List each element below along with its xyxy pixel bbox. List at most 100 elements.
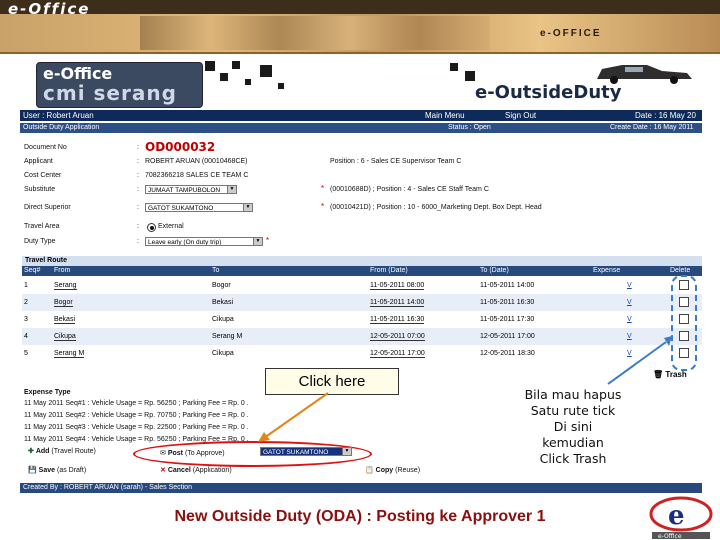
pixel-decoration bbox=[220, 73, 228, 81]
chevron-down-icon[interactable]: ▼ bbox=[243, 204, 252, 211]
save-label: Save bbox=[38, 467, 56, 474]
module-title: e-OutsideDuty bbox=[475, 82, 622, 103]
banner-logo: e-Office bbox=[8, 0, 91, 18]
colon: : bbox=[137, 223, 139, 230]
chevron-down-icon[interactable]: ▼ bbox=[253, 238, 262, 245]
trash-hint-callout: Bila mau hapus Satu rute tick Di sini ke… bbox=[522, 387, 624, 467]
close-icon: ✕ bbox=[160, 467, 166, 474]
post-note: (To Approve) bbox=[184, 450, 225, 457]
cancel-button[interactable]: ✕ Cancel (Application) bbox=[160, 466, 232, 474]
direct-superior-position: (00010421D) ; Position : 10 - 6000_Marke… bbox=[330, 204, 542, 211]
trash-hint-arrow bbox=[607, 336, 672, 385]
duty-type-label: Duty Type bbox=[24, 238, 56, 245]
expense-link[interactable]: V bbox=[627, 316, 632, 323]
click-here-arrow bbox=[258, 392, 329, 442]
copy-label: Copy bbox=[375, 467, 394, 474]
substitute-value: JUMAAT TAMPUBOLON bbox=[148, 187, 221, 194]
post-icon: ✉ bbox=[160, 450, 166, 457]
cell-to: Cikupa bbox=[212, 350, 234, 357]
cell-to-date: 11-05-2011 14:00 bbox=[480, 282, 535, 289]
direct-superior-label: Direct Superior bbox=[24, 204, 71, 211]
cell-seq: 3 bbox=[24, 316, 28, 323]
post-button[interactable]: ✉ Post (To Approve) bbox=[160, 449, 225, 457]
required-marker: * bbox=[321, 184, 325, 193]
cell-seq: 4 bbox=[24, 333, 28, 340]
cell-from[interactable]: Serang bbox=[54, 282, 77, 290]
cell-to-date: 11-05-2011 16:30 bbox=[480, 299, 535, 306]
route-table-header: Seq# From To From (Date) To (Date) Expen… bbox=[22, 266, 702, 276]
expense-link[interactable]: V bbox=[627, 282, 632, 289]
cell-to: Serang M bbox=[212, 333, 243, 340]
app-subname: cmi serang bbox=[43, 81, 177, 105]
cell-to-date: 12-05-2011 17:00 bbox=[480, 333, 535, 340]
cell-from[interactable]: Bekasi bbox=[54, 316, 76, 324]
trash-hint-line: Di sini kemudian bbox=[542, 419, 604, 450]
add-label: Add bbox=[35, 448, 50, 455]
expense-section-title: Expense Type bbox=[24, 389, 71, 396]
col-expense: Expense bbox=[593, 267, 621, 274]
cell-to: Bogor bbox=[212, 282, 231, 289]
cell-from-date[interactable]: 11-05-2011 14:00 bbox=[370, 299, 425, 307]
save-button[interactable]: 💾 Save (as Draft) bbox=[28, 466, 86, 474]
footer-bar: Created By : ROBERT ARUAN (sarah) - Sale… bbox=[20, 483, 702, 493]
copy-icon: 📋 bbox=[365, 467, 374, 474]
pixel-decoration bbox=[205, 61, 215, 71]
col-from: From bbox=[54, 267, 71, 274]
colon: : bbox=[137, 238, 139, 245]
approver-value: GATOT SUKAMTONO bbox=[263, 449, 329, 456]
status-label: Status : Open bbox=[448, 124, 491, 131]
create-date-label: Create Date : 16 May 2011 bbox=[610, 124, 694, 131]
cell-from-date[interactable]: 12-05-2011 07:00 bbox=[370, 333, 425, 341]
cell-from[interactable]: Bogor bbox=[54, 299, 73, 307]
direct-superior-select[interactable]: GATOT SUKAMTONO ▼ bbox=[145, 203, 253, 212]
required-marker: * bbox=[266, 236, 270, 245]
substitute-select[interactable]: JUMAAT TAMPUBOLON ▼ bbox=[145, 185, 237, 194]
pixel-decoration bbox=[245, 79, 251, 85]
banner-collage-image bbox=[140, 16, 490, 50]
direct-superior-value: GATOT SUKAMTONO bbox=[148, 205, 214, 212]
cell-from-date[interactable]: 11-05-2011 08:00 bbox=[370, 282, 425, 290]
travel-area-label: Travel Area bbox=[24, 223, 60, 230]
substitute-label: Substitute bbox=[24, 186, 56, 193]
add-note: (Travel Route) bbox=[51, 448, 96, 455]
external-radio[interactable] bbox=[147, 223, 156, 232]
app-header: e-Office cmi serang e-OutsideDuty bbox=[20, 55, 702, 110]
duty-type-select[interactable]: Leave early (On duty trip) ▼ bbox=[145, 237, 263, 246]
save-icon: 💾 bbox=[28, 467, 37, 474]
cell-to: Bekasi bbox=[212, 299, 234, 306]
save-note: (as Draft) bbox=[56, 467, 87, 474]
app-logo-badge[interactable]: e-Office cmi serang bbox=[36, 62, 203, 108]
cell-from-date[interactable]: 12-05-2011 17:00 bbox=[370, 350, 425, 358]
pixel-decoration bbox=[450, 63, 458, 71]
chevron-down-icon[interactable]: ▼ bbox=[227, 186, 236, 193]
post-label: Post bbox=[167, 450, 183, 457]
duty-type-value: Leave early (On duty trip) bbox=[148, 239, 222, 246]
cancel-note: (Application) bbox=[192, 467, 232, 474]
cell-from[interactable]: Cikupa bbox=[54, 333, 76, 341]
pixel-decoration bbox=[278, 83, 284, 89]
approver-select[interactable]: GATOT SUKAMTONO ▼ bbox=[260, 447, 352, 456]
cell-from-date[interactable]: 11-05-2011 16:30 bbox=[370, 316, 425, 324]
pixel-decoration bbox=[465, 71, 475, 81]
doc-number: OD000032 bbox=[145, 140, 216, 154]
main-menu-link[interactable]: Main Menu bbox=[425, 110, 465, 121]
expense-link[interactable]: V bbox=[627, 299, 632, 306]
cell-seq: 1 bbox=[24, 282, 28, 289]
chevron-down-icon[interactable]: ▼ bbox=[342, 448, 351, 455]
copy-button[interactable]: 📋 Copy (Reuse) bbox=[365, 466, 420, 474]
table-row: 2 Bogor Bekasi 11-05-2011 14:00 11-05-20… bbox=[22, 294, 702, 311]
col-from-date: From (Date) bbox=[370, 267, 408, 274]
trash-hint-line: Click Trash bbox=[539, 451, 607, 466]
slide-title: New Outside Duty (ODA) : Posting ke Appr… bbox=[174, 508, 546, 525]
cell-from[interactable]: Serang M bbox=[54, 350, 85, 358]
required-marker: * bbox=[321, 202, 325, 211]
add-button[interactable]: ✚ Add (Travel Route) bbox=[28, 447, 96, 455]
user-label: User : Robert Aruan bbox=[23, 111, 94, 120]
table-row: 1 Serang Bogor 11-05-2011 08:00 11-05-20… bbox=[22, 277, 702, 294]
sign-out-link[interactable]: Sign Out bbox=[505, 110, 536, 121]
trash-hint-line: Satu rute tick bbox=[530, 403, 616, 418]
colon: : bbox=[137, 204, 139, 211]
pixel-decoration bbox=[260, 65, 272, 77]
doc-number-label: Document No bbox=[24, 144, 67, 151]
pixel-decoration bbox=[232, 61, 240, 69]
